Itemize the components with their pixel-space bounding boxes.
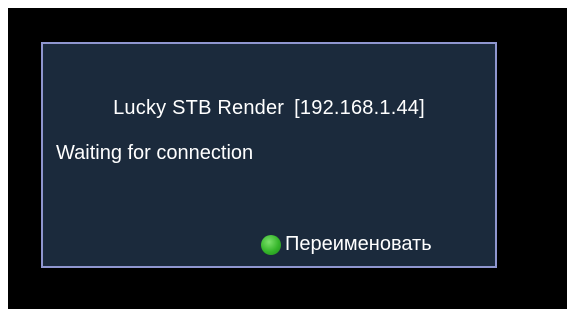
tv-screen: Lucky STB Render [192.168.1.44] Waiting f… xyxy=(8,8,567,309)
rename-label: Переименовать xyxy=(285,233,432,255)
ip-address: [192.168.1.44] xyxy=(294,97,425,119)
dialog-title: Lucky STB Render [192.168.1.44] xyxy=(43,97,495,120)
device-name: Lucky STB Render xyxy=(113,97,285,119)
connection-status: Waiting for connection xyxy=(56,142,254,164)
green-button-icon xyxy=(261,234,281,255)
rename-button[interactable]: Переименовать xyxy=(261,233,432,256)
render-dialog: Lucky STB Render [192.168.1.44] Waiting f… xyxy=(41,42,497,268)
